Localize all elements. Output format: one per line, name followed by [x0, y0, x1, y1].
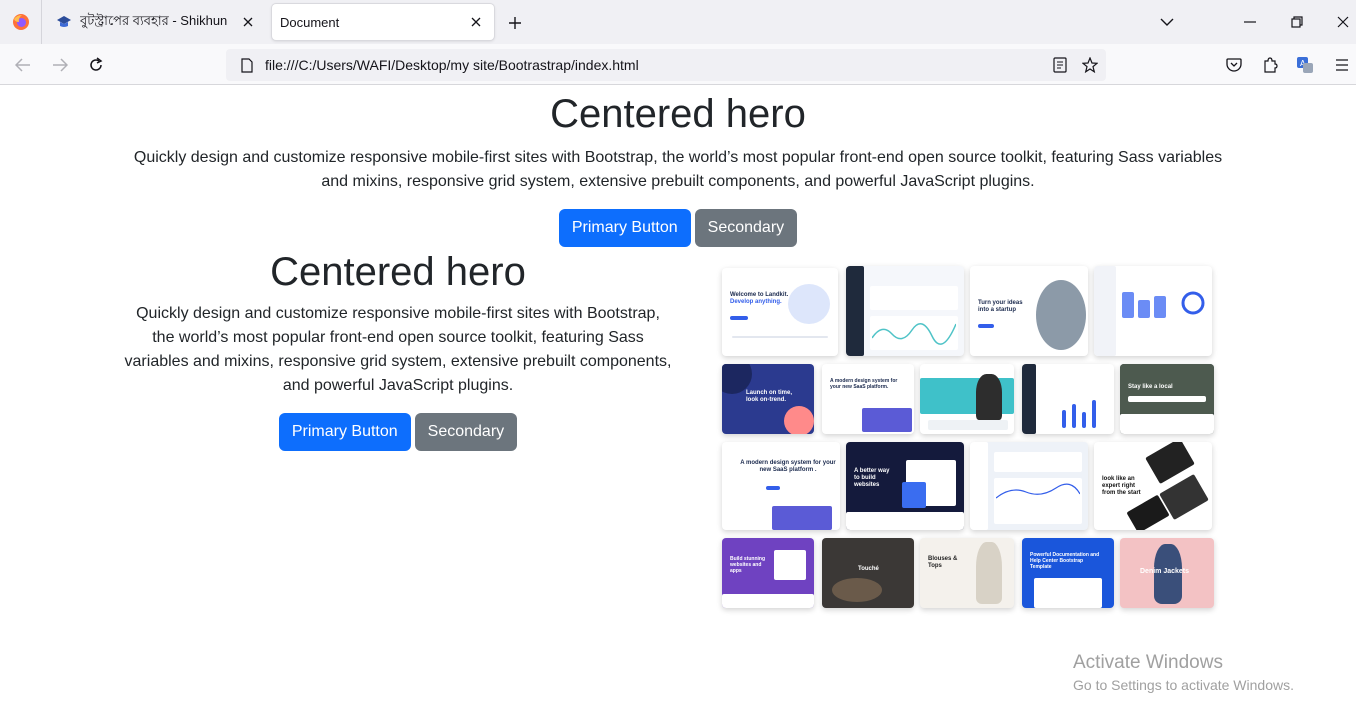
- theme-thumbnail: Stay like a local: [1120, 364, 1214, 434]
- theme-thumbnail: Turn your ideas into a startup: [970, 266, 1088, 356]
- forward-arrow-icon[interactable]: [45, 50, 75, 80]
- pocket-icon[interactable]: [1219, 50, 1249, 80]
- menu-hamburger-icon[interactable]: [1327, 50, 1356, 80]
- theme-thumbnail: Denim Jackets: [1120, 538, 1214, 608]
- theme-thumbnail: Touché: [822, 538, 914, 608]
- theme-thumbnail: Welcome to Landkit. Develop anything.: [722, 268, 838, 356]
- centered-hero-section: Centered hero Quickly design and customi…: [0, 86, 1356, 247]
- hero-title: Centered hero: [270, 250, 526, 294]
- tab-bar: বুটস্ট্রাপের ব্যবহার - Shikhun Document: [0, 0, 1356, 44]
- close-tab-icon[interactable]: [236, 10, 260, 34]
- secondary-button[interactable]: Secondary: [694, 209, 798, 247]
- theme-thumbnail: [970, 442, 1088, 530]
- theme-thumbnail: Blouses & Tops: [920, 538, 1014, 608]
- theme-thumbnail: Build stunning websites and apps: [722, 538, 814, 608]
- page-viewport: Centered hero Quickly design and customi…: [0, 86, 1356, 728]
- close-tab-icon[interactable]: [464, 10, 488, 34]
- split-hero-text-column: Centered hero Quickly design and customi…: [124, 246, 672, 451]
- extensions-puzzle-icon[interactable]: [1255, 50, 1285, 80]
- url-text[interactable]: file:///C:/Users/WAFI/Desktop/my site/Bo…: [262, 57, 1046, 73]
- navigation-toolbar: file:///C:/Users/WAFI/Desktop/my site/Bo…: [0, 44, 1356, 85]
- back-arrow-icon[interactable]: [8, 50, 38, 80]
- graduation-cap-icon: [56, 14, 72, 30]
- minimize-icon[interactable]: [1236, 8, 1264, 36]
- hero-lead-text: Quickly design and customize responsive …: [133, 149, 1223, 190]
- theme-thumbnail: [846, 266, 964, 356]
- tab-list-chevron-icon[interactable]: [1153, 8, 1181, 36]
- theme-thumbnail: Launch on time, look on-trend.: [722, 364, 814, 434]
- page-icon: [232, 57, 262, 73]
- tab-document[interactable]: Document: [272, 4, 494, 40]
- address-bar[interactable]: file:///C:/Users/WAFI/Desktop/my site/Bo…: [226, 49, 1106, 81]
- theme-thumbnail: look like an expert right from the start: [1094, 442, 1212, 530]
- watermark-title: Activate Windows: [1073, 652, 1223, 673]
- theme-thumbnail: A better way to build websites: [846, 442, 964, 530]
- primary-button[interactable]: Primary Button: [558, 209, 691, 247]
- theme-thumbnail: [1022, 364, 1114, 434]
- tab-shikhun[interactable]: বুটস্ট্রাপের ব্যবহার - Shikhun: [46, 4, 266, 40]
- hero-title: Centered hero: [550, 92, 806, 136]
- hero-button-group: Primary Button Secondary: [0, 209, 1356, 247]
- close-window-icon[interactable]: [1329, 8, 1356, 36]
- watermark-subtitle: Go to Settings to activate Windows.: [1073, 677, 1294, 693]
- primary-button[interactable]: Primary Button: [278, 413, 411, 451]
- tab-title: Document: [280, 14, 340, 30]
- theme-thumbnail: A modern design system for your new SaaS…: [822, 364, 914, 434]
- theme-thumbnail: [1094, 266, 1212, 356]
- tab-title: বুটস্ট্রাপের ব্যবহার - Shikhun: [80, 12, 228, 28]
- reload-icon[interactable]: [81, 50, 111, 80]
- bookmark-star-icon[interactable]: [1076, 51, 1104, 79]
- theme-thumbnail: A modern design system for your new SaaS…: [722, 442, 840, 530]
- restore-icon[interactable]: [1283, 8, 1311, 36]
- translate-icon[interactable]: A: [1290, 50, 1320, 80]
- theme-thumbnail: Powerful Documentation and Help Center B…: [1022, 538, 1114, 608]
- secondary-button[interactable]: Secondary: [414, 413, 518, 451]
- new-tab-icon[interactable]: [502, 10, 528, 36]
- firefox-icon[interactable]: [0, 0, 42, 44]
- activate-windows-watermark: Activate Windows Go to Settings to activ…: [1073, 652, 1294, 694]
- hero-lead-text: Quickly design and customize responsive …: [124, 305, 672, 394]
- hero-button-group: Primary Button Secondary: [124, 413, 672, 451]
- bootstrap-themes-collage-image: Welcome to Landkit. Develop anything. Tu…: [720, 266, 1216, 610]
- theme-thumbnail: [920, 364, 1014, 434]
- reader-view-icon[interactable]: [1046, 51, 1074, 79]
